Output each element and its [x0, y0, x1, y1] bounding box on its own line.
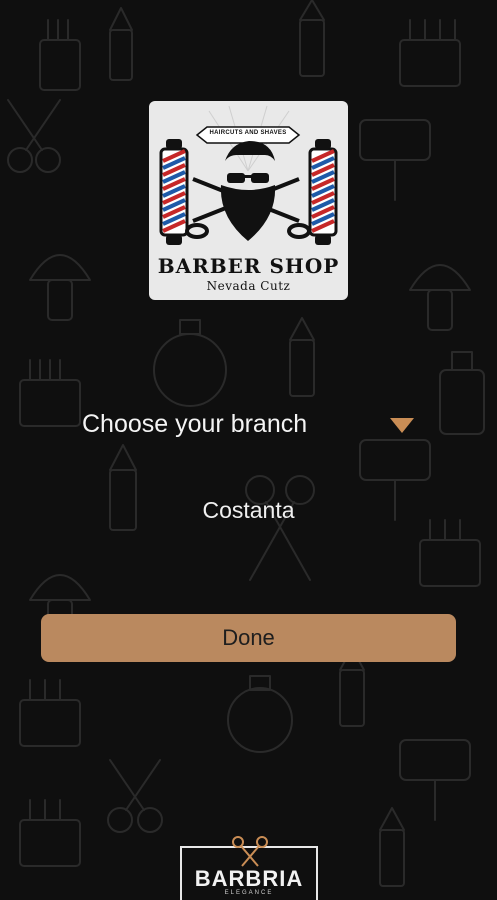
barbria-brand-logo: BARBRIA ELEGANCE [180, 836, 318, 900]
scissors-icon [245, 475, 315, 581]
scissors-icon [107, 759, 163, 833]
branch-dropdown[interactable]: Choose your branch [82, 404, 417, 446]
dropdown-caret-icon[interactable] [390, 418, 414, 433]
scissors-icon [232, 836, 268, 867]
comb-icon [19, 799, 81, 867]
razor-icon [399, 739, 471, 821]
brand-tagline: ELEGANCE [224, 890, 274, 896]
bottle-icon [227, 675, 293, 753]
barber-pole-icon [308, 139, 338, 245]
selected-branch-value[interactable]: Costanta [0, 497, 497, 524]
bearded-man-icon [220, 141, 276, 241]
logo-shop-subtitle: Nevada Cutz [206, 279, 291, 293]
lipstick-icon [379, 807, 405, 887]
barber-shop-logo: HAIRCUTS AND SHAVES BARBER SHOP Nevada C… [149, 101, 348, 300]
barber-pole-icon [159, 139, 189, 245]
lipstick-icon [109, 7, 133, 81]
lipstick-icon [299, 0, 325, 77]
comb-icon [399, 19, 461, 87]
done-button[interactable]: Done [41, 614, 456, 662]
razor-icon [359, 119, 431, 201]
brand-name: BARBRIA [194, 866, 304, 891]
comb-icon [419, 519, 481, 587]
bottle-icon [439, 351, 485, 435]
logo-ribbon-text: HAIRCUTS AND SHAVES [209, 130, 287, 136]
lipstick-icon [289, 317, 315, 397]
comb-icon [39, 19, 81, 91]
comb-icon [19, 359, 81, 427]
branch-dropdown-label: Choose your branch [82, 410, 308, 438]
shaving-brush-icon [409, 264, 471, 331]
logo-shop-name: BARBER SHOP [157, 254, 340, 278]
bottle-icon [153, 319, 227, 407]
scissors-icon [7, 99, 61, 173]
comb-icon [19, 679, 81, 747]
shaving-brush-icon [29, 254, 91, 321]
